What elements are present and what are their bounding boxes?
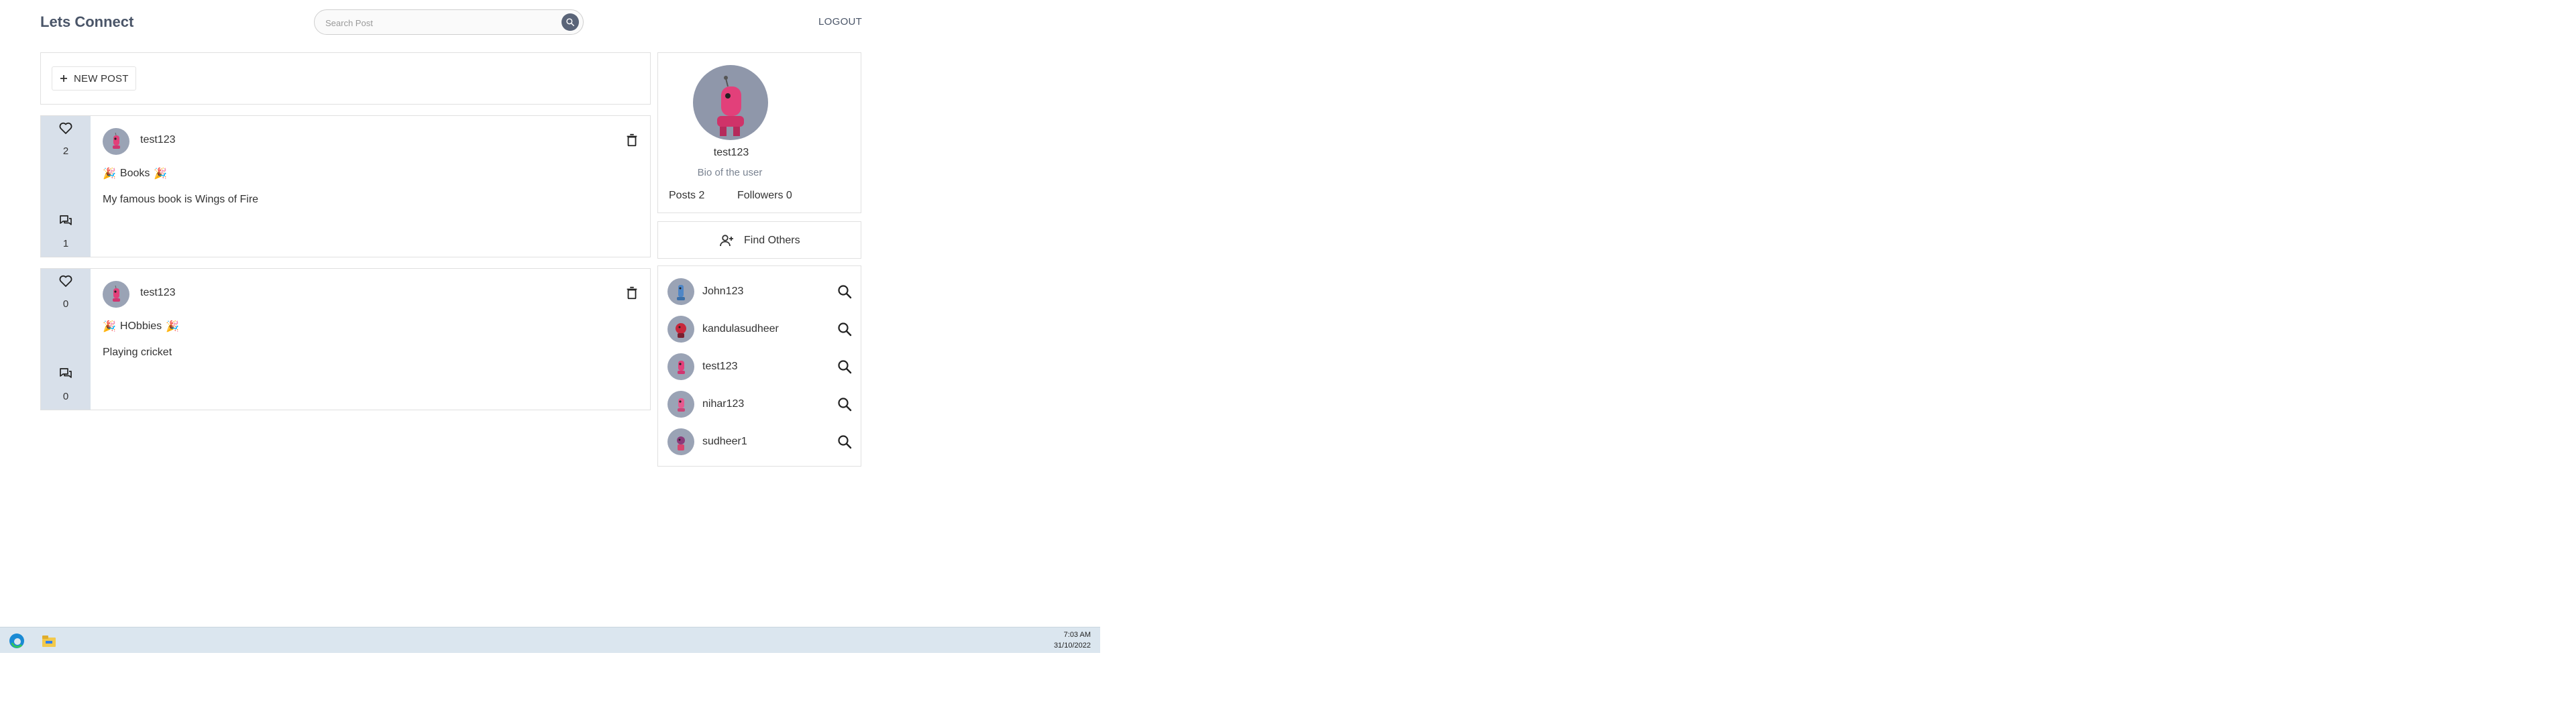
- post-card: 0 0 test123 🎉 HObbies 🎉 Playing cricket: [40, 268, 651, 410]
- plus-icon: [60, 75, 67, 82]
- robot-avatar-icon: [676, 323, 686, 338]
- edge-browser-icon[interactable]: [8, 632, 25, 650]
- post-author[interactable]: test123: [140, 287, 175, 299]
- comment-icon[interactable]: [58, 365, 74, 381]
- post-actions-sidebar: 0 0: [41, 269, 91, 410]
- search-icon[interactable]: [837, 396, 853, 412]
- profile-bio: Bio of the user: [697, 167, 763, 178]
- find-others-content: Find Others: [718, 233, 800, 249]
- profile-card: test123 Bio of the user Posts 2 Follower…: [657, 52, 861, 213]
- users-list: John123 kandulasudheer test123 nihar123 …: [657, 265, 861, 467]
- list-item[interactable]: kandulasudheer: [667, 316, 853, 344]
- user-name: kandulasudheer: [702, 323, 779, 335]
- search-icon: [566, 18, 574, 26]
- list-item[interactable]: sudheer1: [667, 428, 853, 457]
- heart-icon[interactable]: [58, 273, 74, 289]
- party-popper-icon: 🎉: [166, 321, 180, 333]
- robot-avatar-icon: [717, 76, 744, 136]
- list-item[interactable]: nihar123: [667, 391, 853, 419]
- new-post-label: NEW POST: [74, 72, 129, 84]
- find-others-button[interactable]: Find Others: [657, 221, 861, 259]
- post-actions-sidebar: 2 1: [41, 116, 91, 257]
- robot-avatar-icon: [678, 361, 685, 374]
- post-title: 🎉 Books 🎉: [103, 167, 167, 180]
- profile-avatar[interactable]: [693, 65, 768, 140]
- robot-avatar-icon: [113, 132, 120, 149]
- robot-avatar-icon: [677, 436, 685, 450]
- post-title: 🎉 HObbies 🎉: [103, 320, 179, 333]
- search-bar: [314, 9, 584, 35]
- search-icon[interactable]: [837, 284, 853, 300]
- comment-icon[interactable]: [58, 213, 74, 229]
- post-title-text: Books: [119, 168, 150, 179]
- post-card: 2 1 test123 🎉 Books 🎉 My famous book is …: [40, 115, 651, 257]
- avatar: [667, 278, 694, 305]
- robot-avatar-icon: [113, 285, 120, 302]
- avatar: [667, 391, 694, 418]
- logout-button[interactable]: LOGOUT: [818, 16, 862, 27]
- user-name: nihar123: [702, 398, 745, 410]
- search-input[interactable]: [324, 15, 548, 30]
- posts-count: Posts 2: [669, 190, 705, 201]
- comment-count: 0: [62, 391, 69, 402]
- avatar: [667, 316, 694, 343]
- avatar[interactable]: [103, 281, 129, 308]
- post-body: Playing cricket: [103, 347, 172, 358]
- user-name: test123: [702, 361, 738, 372]
- post-title-text: HObbies: [119, 320, 162, 332]
- user-name: sudheer1: [702, 436, 747, 447]
- clock-time: 7:03 AM: [1063, 631, 1091, 639]
- party-popper-icon: 🎉: [154, 168, 168, 180]
- search-button[interactable]: [561, 13, 579, 31]
- app-title: Lets Connect: [40, 13, 134, 30]
- avatar: [667, 428, 694, 455]
- clock-date: 31/10/2022: [1053, 642, 1091, 650]
- system-clock[interactable]: 7:03 AM 31/10/2022: [1054, 629, 1091, 651]
- like-count: 2: [62, 145, 69, 157]
- avatar: [667, 353, 694, 380]
- avatar[interactable]: [103, 128, 129, 155]
- search-icon[interactable]: [837, 434, 853, 450]
- robot-avatar-icon: [677, 285, 685, 300]
- add-person-icon: [720, 235, 733, 247]
- heart-icon[interactable]: [58, 120, 74, 136]
- profile-name: test123: [713, 147, 749, 158]
- party-popper-icon: 🎉: [103, 321, 116, 333]
- like-count: 0: [62, 298, 69, 310]
- post-body: My famous book is Wings of Fire: [103, 194, 259, 205]
- followers-count: Followers 0: [737, 190, 792, 201]
- taskbar: 7:03 AM 31/10/2022: [0, 627, 1100, 653]
- search-icon[interactable]: [837, 321, 853, 337]
- delete-icon[interactable]: [625, 286, 639, 300]
- list-item[interactable]: test123: [667, 353, 853, 381]
- delete-icon[interactable]: [625, 133, 639, 147]
- post-author[interactable]: test123: [140, 134, 175, 146]
- search-icon[interactable]: [837, 359, 853, 375]
- party-popper-icon: 🎉: [103, 168, 116, 180]
- comment-count: 1: [62, 238, 69, 249]
- list-item[interactable]: John123: [667, 278, 853, 306]
- file-explorer-icon[interactable]: [40, 632, 58, 650]
- new-post-bar: NEW POST: [40, 52, 651, 105]
- robot-avatar-icon: [678, 398, 685, 412]
- user-name: John123: [702, 286, 744, 297]
- find-others-label: Find Others: [744, 235, 800, 246]
- new-post-button[interactable]: NEW POST: [52, 66, 136, 90]
